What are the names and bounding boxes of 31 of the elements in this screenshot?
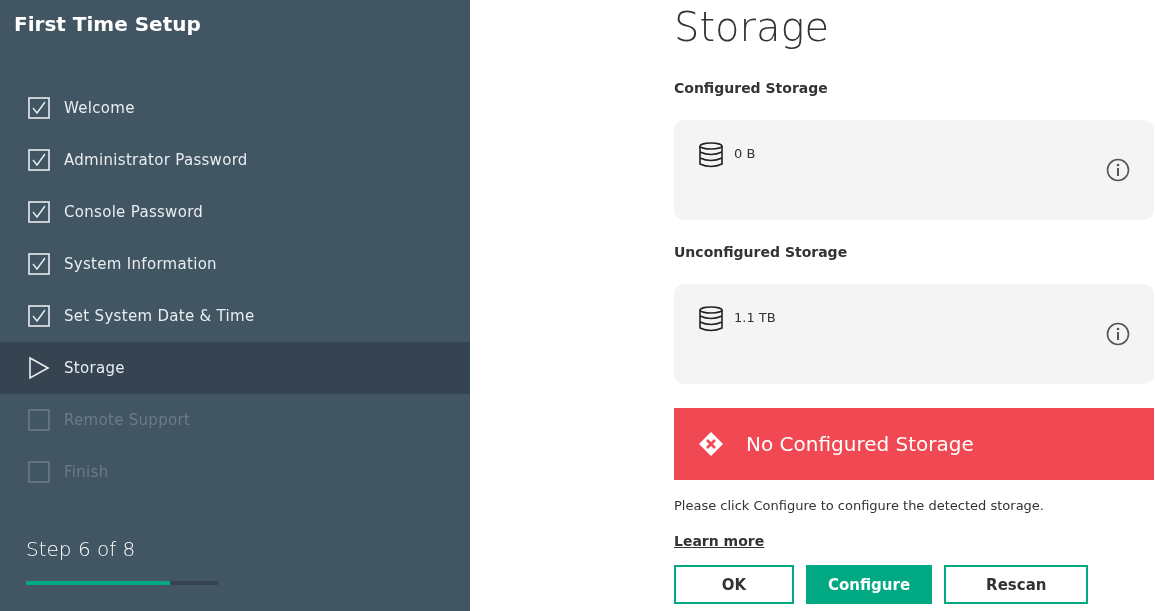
storage-size: 1.1 TB	[734, 310, 776, 327]
database-icon	[698, 306, 724, 332]
database-icon	[698, 142, 724, 168]
section-heading: Unconfigured Storage	[674, 244, 849, 260]
error-message: No Configured Storage	[746, 432, 974, 456]
step-item[interactable]: System Information	[0, 238, 470, 290]
step-item[interactable]: Console Password	[0, 186, 470, 238]
error-icon	[698, 431, 724, 457]
learn-more-link[interactable]: Learn more	[674, 533, 765, 549]
step-counter: Step 6 of 8	[26, 537, 137, 561]
checked-checkbox-icon	[28, 149, 50, 171]
empty-checkbox-icon	[28, 409, 50, 431]
page-title: Storage	[674, 4, 831, 52]
step-item[interactable]: Administrator Password	[0, 134, 470, 186]
action-button[interactable]: OK	[674, 565, 794, 604]
checked-checkbox-icon	[28, 305, 50, 327]
step-item[interactable]: Storage	[0, 342, 470, 394]
section-heading: Configured Storage	[674, 80, 829, 96]
checked-checkbox-icon	[28, 201, 50, 223]
checked-checkbox-icon	[28, 97, 50, 119]
storage-size: 0 B	[734, 146, 756, 163]
info-icon[interactable]	[1106, 322, 1130, 346]
sidebar-title: First Time Setup	[13, 11, 202, 38]
info-icon[interactable]	[1106, 158, 1130, 182]
hint-text: Please click Configure to configure the detected storage.	[674, 498, 1045, 513]
step-item[interactable]: Set System Date & Time	[0, 290, 470, 342]
action-button[interactable]: Rescan	[944, 565, 1089, 604]
empty-checkbox-icon	[28, 461, 50, 483]
play-triangle-icon	[28, 356, 50, 380]
checked-checkbox-icon	[28, 253, 50, 275]
step-item[interactable]: Welcome	[0, 82, 470, 134]
